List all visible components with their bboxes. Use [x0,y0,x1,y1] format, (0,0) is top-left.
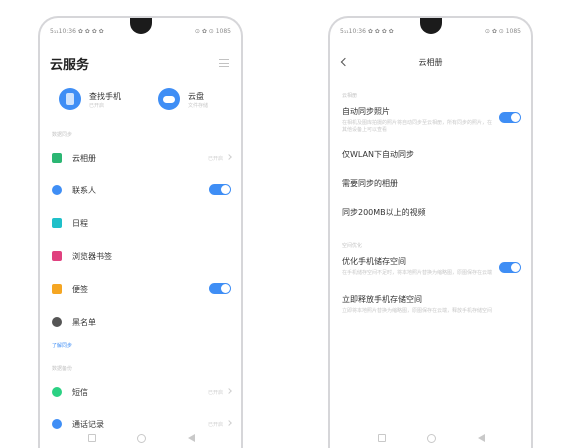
page-title: 云相册 [418,58,443,67]
optimize-storage-toggle[interactable] [499,262,521,273]
notes-sync-toggle[interactable] [209,283,231,294]
nav-bar [330,432,531,444]
list-item-status: 已开启 [207,156,223,162]
home-icon[interactable] [137,434,146,443]
status-indicators: ⊙ ✿ ⊙ 1085 [484,28,521,35]
section-album: 云相册 [342,93,358,99]
call-log-icon [52,419,62,429]
contacts-icon [52,185,62,195]
chevron-right-icon [226,420,232,426]
find-phone-label: 查找手机 [89,92,121,101]
list-item-calendar[interactable]: 日程 [52,216,231,232]
list-item-gallery[interactable]: 云相册 已开启 [52,151,232,167]
list-item-bookmarks[interactable]: 浏览器书签 [52,249,231,265]
setting-description: 在手机储存空间不足时，将本地照片替换为缩略图，原图保存在云端 [342,270,493,276]
setting-description: 在相机及图库拍摄的照片将自动同步至云相册，所有同步的照片，在其他设备上可以查看 [342,120,493,133]
notes-icon [52,284,62,294]
status-time: 5₁₁10:36 ✿ ✿ ✿ ✿ [50,28,104,35]
setting-wlan-only[interactable]: 仅WLAN下自动同步 [342,149,521,160]
list-item-label: 短信 [72,388,88,397]
phone-cloud-album: 5₁₁10:36 ✿ ✿ ✿ ✿ ⊙ ✿ ⊙ 1085 云相册 云相册 自动同步… [328,16,533,448]
list-item-sms[interactable]: 短信 已开启 [52,385,232,401]
sms-icon [52,387,62,397]
phone-finder-icon [59,88,81,110]
list-item-label: 便签 [72,285,88,294]
status-bar: 5₁₁10:36 ✿ ✿ ✿ ✿ ⊙ ✿ ⊙ 1085 [340,28,521,38]
menu-icon[interactable] [219,59,229,67]
recent-apps-icon[interactable] [88,434,96,442]
cloud-drive-label: 云盘 [188,92,204,101]
chevron-right-icon [226,388,232,394]
setting-label: 需要同步的相册 [342,179,398,188]
list-item-label: 黑名单 [72,318,96,327]
status-time: 5₁₁10:36 ✿ ✿ ✿ ✿ [340,28,394,35]
list-item-label: 联系人 [72,186,96,195]
status-bar: 5₁₁10:36 ✿ ✿ ✿ ✿ ⊙ ✿ ⊙ 1085 [50,28,231,38]
list-item-label: 通话记录 [72,420,104,429]
contacts-sync-toggle[interactable] [209,184,231,195]
learn-sync-link[interactable]: 了解同步 [52,342,72,349]
setting-free-storage-now[interactable]: 立即释放手机存储空间 立即将本地照片替换为缩略图，原图保存在云端，释放手机存储空… [342,294,521,315]
gallery-icon [52,153,62,163]
setting-description: 立即将本地照片替换为缩略图，原图保存在云端，释放手机存储空间 [342,308,493,314]
section-data-backup: 数据备份 [52,366,73,372]
setting-label: 同步200MB以上的视频 [342,208,426,217]
list-item-notes[interactable]: 便签 [52,282,231,298]
setting-label: 自动同步照片 [342,107,390,116]
list-item-label: 日程 [72,219,88,228]
calendar-icon [52,218,62,228]
chevron-right-icon [226,154,232,160]
page-title: 云服务 [50,58,90,73]
blacklist-icon [52,317,62,327]
section-storage: 空间优化 [342,243,363,249]
section-data-sync: 数据同步 [52,132,73,138]
list-item-blacklist[interactable]: 黑名单 [52,315,231,331]
setting-label: 立即释放手机存储空间 [342,295,422,304]
list-item-call-log[interactable]: 通话记录 已开启 [52,417,232,433]
cloud-icon [158,88,180,110]
back-triangle-icon[interactable] [478,434,485,442]
list-item-status: 已开启 [207,422,223,428]
list-item-status: 已开启 [207,390,223,396]
nav-bar [40,432,241,444]
auto-sync-toggle[interactable] [499,112,521,123]
setting-sync-large-videos[interactable]: 同步200MB以上的视频 [342,207,521,218]
setting-label: 优化手机储存空间 [342,257,406,266]
setting-optimize-storage[interactable]: 优化手机储存空间 在手机储存空间不足时，将本地照片替换为缩略图，原图保存在云端 [342,256,521,277]
setting-auto-sync-photos[interactable]: 自动同步照片 在相机及图库拍摄的照片将自动同步至云相册，所有同步的照片，在其他设… [342,106,521,134]
find-phone-status: 已开启 [89,103,105,109]
home-icon[interactable] [427,434,436,443]
cloud-drive-status: 文件存储 [188,103,209,109]
recent-apps-icon[interactable] [378,434,386,442]
status-indicators: ⊙ ✿ ⊙ 1085 [194,28,231,35]
phone-cloud-services: 5₁₁10:36 ✿ ✿ ✿ ✿ ⊙ ✿ ⊙ 1085 云服务 查找手机 已开启… [38,16,243,448]
setting-label: 仅WLAN下自动同步 [342,150,415,159]
list-item-contacts[interactable]: 联系人 [52,183,231,199]
back-triangle-icon[interactable] [188,434,195,442]
list-item-label: 云相册 [72,154,96,163]
bookmark-icon [52,251,62,261]
setting-albums-to-sync[interactable]: 需要同步的相册 [342,178,521,189]
comparison-stage: 5₁₁10:36 ✿ ✿ ✿ ✿ ⊙ ✿ ⊙ 1085 云服务 查找手机 已开启… [0,0,569,448]
list-item-label: 浏览器书签 [72,252,112,261]
